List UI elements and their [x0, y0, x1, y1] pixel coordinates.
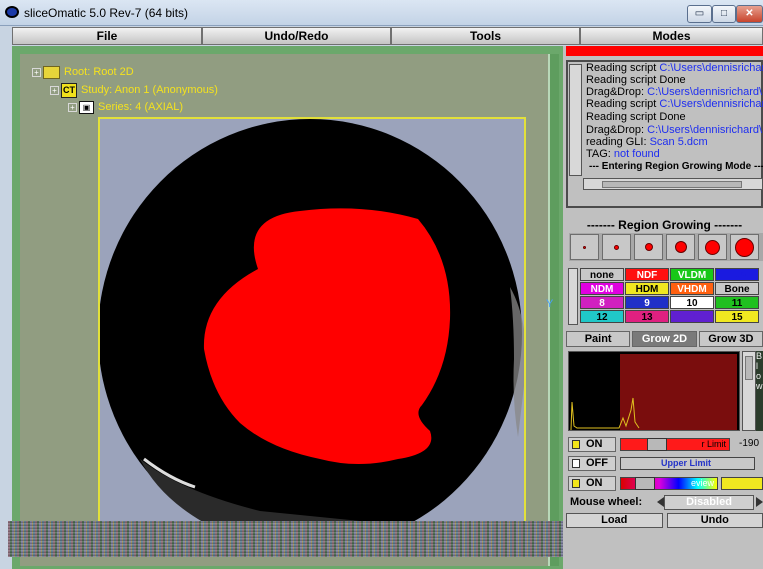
- lower-limit-slider[interactable]: r Limit: [620, 438, 730, 451]
- maximize-button[interactable]: □: [712, 5, 736, 23]
- window-titlebar: sliceOmatic 5.0 Rev-7 (64 bits) ▭ □ ✕: [0, 0, 763, 26]
- tissue-label-button[interactable]: 15: [715, 310, 759, 323]
- tree-series-row[interactable]: + ▣ Series: 4 (AXIAL): [68, 99, 183, 115]
- menu-undo-redo[interactable]: Undo/Redo: [202, 27, 391, 45]
- tissue-label-button[interactable]: Bone: [715, 282, 759, 295]
- tree-root-row[interactable]: + Root: Root 2D: [32, 64, 134, 80]
- minimize-button[interactable]: ▭: [687, 5, 712, 23]
- tissue-label-button[interactable]: 14: [670, 310, 714, 323]
- brush-size-2-button[interactable]: [602, 234, 631, 260]
- tissue-label-button[interactable]: 10: [670, 296, 714, 309]
- upper-limit-slider[interactable]: Upper Limit: [620, 457, 755, 470]
- log-line: TAG: not found: [586, 148, 660, 160]
- expand-series-icon[interactable]: +: [68, 102, 77, 112]
- menu-file[interactable]: File: [12, 27, 202, 45]
- undo-button[interactable]: Undo: [666, 513, 763, 528]
- ct-image-frame[interactable]: [98, 117, 526, 524]
- histogram-curve: [570, 397, 640, 430]
- menu-bar: File Undo/Redo Tools Modes: [12, 27, 763, 45]
- brush-size-3-button[interactable]: [634, 234, 663, 260]
- preview-row: ON eview: [568, 476, 763, 491]
- tree-series-label: Series: 4 (AXIAL): [98, 101, 183, 113]
- log-line: Drag&Drop: C:\Users\dennisrichard\D: [586, 86, 763, 98]
- mouse-wheel-prev-icon[interactable]: [657, 497, 664, 507]
- window-title: sliceOmatic 5.0 Rev-7 (64 bits): [24, 6, 189, 20]
- tissue-label-button[interactable]: LDM: [715, 268, 759, 281]
- checkbox-icon: [572, 459, 580, 468]
- brush-size-1-button[interactable]: [570, 234, 599, 260]
- mouse-wheel-label: Mouse wheel:: [570, 496, 643, 508]
- tree-root-label: Root: Root 2D: [64, 66, 134, 78]
- expand-study-icon[interactable]: +: [50, 85, 59, 95]
- grow-tool-tabs: Paint Grow 2D Grow 3D: [566, 331, 763, 347]
- tissue-label-button[interactable]: VHDM: [670, 282, 714, 295]
- log-horizontal-scrollbar[interactable]: [583, 178, 763, 190]
- mouse-wheel-next-icon[interactable]: [756, 497, 763, 507]
- tissue-label-button[interactable]: 11: [715, 296, 759, 309]
- brush-size-6-button[interactable]: [730, 234, 759, 260]
- checkbox-icon: [572, 479, 580, 488]
- tree-study-label: Study: Anon 1 (Anonymous): [81, 84, 218, 96]
- histogram-scrollbar[interactable]: [742, 351, 756, 431]
- lower-limit-toggle[interactable]: ON: [568, 437, 616, 452]
- log-line: Reading script Done: [586, 111, 686, 123]
- tree-study-row[interactable]: + CT Study: Anon 1 (Anonymous): [50, 82, 218, 98]
- ct-study-icon: CT: [61, 82, 77, 98]
- log-vertical-scrollbar[interactable]: [569, 64, 582, 176]
- tissue-label-button[interactable]: NDF: [625, 268, 669, 281]
- tissue-label-button[interactable]: HDM: [625, 282, 669, 295]
- preview-color-swatch: [721, 477, 763, 490]
- tissue-label-button[interactable]: NDM: [580, 282, 624, 295]
- tissue-label-button[interactable]: 9: [625, 296, 669, 309]
- upper-limit-row: OFF Upper Limit: [568, 456, 763, 471]
- log-line: Reading script C:\Users\dennisrichard: [586, 98, 763, 110]
- mouse-wheel-select[interactable]: Disabled: [664, 495, 754, 510]
- tab-paint[interactable]: Paint: [566, 331, 631, 347]
- expand-root-icon[interactable]: +: [32, 67, 41, 77]
- log-line: reading GLI: Scan 5.dcm: [586, 136, 708, 148]
- tissue-label-grid: none NDF VLDM LDM NDM HDM VHDM Bone 8 9 10 11 12 13 14…: [580, 268, 763, 325]
- log-line: --- Entering Region Growing Mode ---: [589, 161, 763, 172]
- brush-size-5-button[interactable]: [698, 234, 727, 260]
- menu-tools[interactable]: Tools: [391, 27, 580, 45]
- mode-title: ------- Region Growing -------: [586, 218, 743, 232]
- tissue-label-button[interactable]: 12: [580, 310, 624, 323]
- upper-limit-toggle[interactable]: OFF: [568, 456, 616, 471]
- menu-modes[interactable]: Modes: [580, 27, 763, 45]
- image-panel-scrollbar[interactable]: [548, 54, 559, 566]
- lower-limit-row: ON r Limit -190: [568, 437, 763, 452]
- histogram[interactable]: [568, 351, 740, 431]
- checkbox-icon: [572, 440, 580, 449]
- brush-size-row: [569, 233, 763, 261]
- log-scroll-thumb[interactable]: [602, 181, 742, 188]
- tissue-label-button[interactable]: 13: [625, 310, 669, 323]
- status-bar-red: [566, 46, 763, 56]
- bottom-buttons: Load Undo: [566, 513, 763, 528]
- tissue-label-button[interactable]: 8: [580, 296, 624, 309]
- close-button[interactable]: ✕: [736, 5, 763, 23]
- tab-grow-3d[interactable]: Grow 3D: [698, 331, 763, 347]
- series-icon: ▣: [79, 100, 94, 114]
- app-icon: [5, 6, 19, 18]
- histogram-side-label: Blow: [756, 351, 763, 431]
- log-line: Reading script Done: [586, 74, 686, 86]
- brush-size-4-button[interactable]: [666, 234, 695, 260]
- load-button[interactable]: Load: [566, 513, 663, 528]
- tissue-scrollbar[interactable]: [568, 268, 578, 325]
- histogram-scroll-thumb[interactable]: [745, 356, 753, 380]
- preview-slider[interactable]: eview: [620, 477, 718, 490]
- tab-grow-2d[interactable]: Grow 2D: [632, 331, 697, 347]
- log-line: Reading script C:\Users\dennisrichard: [586, 62, 763, 74]
- mouse-wheel-row: Mouse wheel: Disabled: [566, 495, 763, 511]
- ct-slice-image[interactable]: [100, 119, 526, 524]
- preview-toggle[interactable]: ON: [568, 476, 616, 491]
- slider-thumb[interactable]: [635, 477, 655, 490]
- slider-thumb[interactable]: [647, 438, 667, 451]
- log-line: Drag&Drop: C:\Users\dennisrichard\D: [586, 124, 763, 136]
- tissue-label-button[interactable]: VLDM: [670, 268, 714, 281]
- folder-icon: [43, 65, 60, 79]
- axis-y-label: Y: [546, 298, 554, 310]
- lower-limit-value: -190: [738, 438, 759, 449]
- tissue-label-button[interactable]: none: [580, 268, 624, 281]
